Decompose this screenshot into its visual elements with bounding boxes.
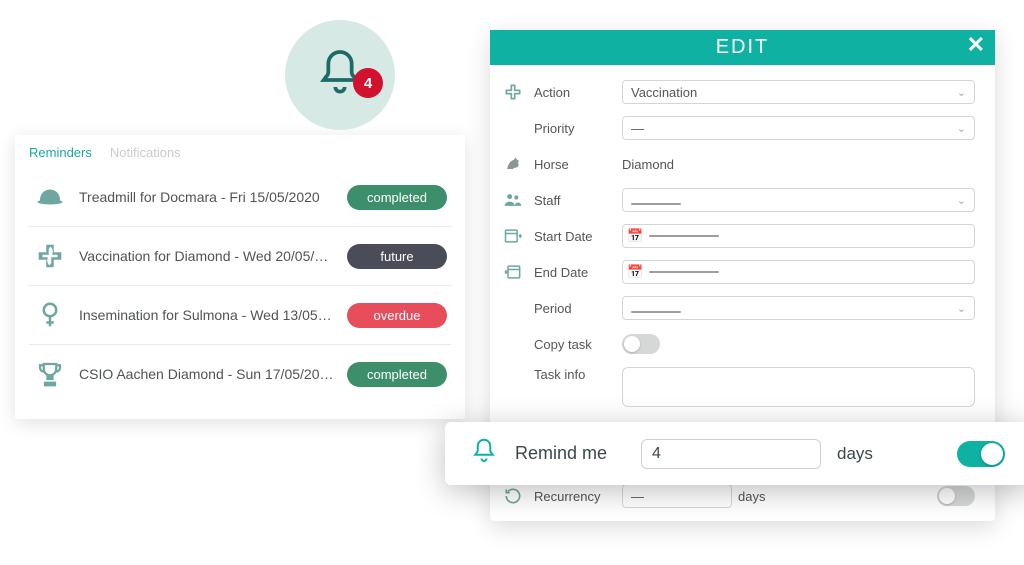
calendar-icon: 📅	[627, 264, 643, 280]
startdate-label: Start Date	[534, 229, 612, 244]
status-badge: overdue	[347, 303, 447, 328]
remind-me-label: Remind me	[515, 443, 625, 464]
remind-me-value: 4	[652, 445, 661, 463]
priority-value: —	[631, 121, 644, 136]
edit-title: EDIT	[716, 36, 770, 58]
medical-icon	[33, 239, 67, 273]
staff-select[interactable]: ⌄	[622, 188, 975, 212]
chevron-down-icon: ⌄	[957, 302, 966, 315]
reminder-text: CSIO Aachen Diamond - Sun 17/05/2020	[79, 366, 335, 382]
action-value: Vaccination	[631, 85, 697, 100]
action-label: Action	[534, 85, 612, 100]
remind-me-toggle[interactable]	[957, 441, 1005, 467]
copytask-toggle[interactable]	[622, 334, 660, 354]
horse-icon	[502, 153, 524, 175]
staff-label: Staff	[534, 193, 612, 208]
reminders-panel: 4 Reminders Notifications Treadmill for …	[15, 135, 465, 419]
close-icon[interactable]: ✕	[967, 32, 987, 58]
reminder-text: Treadmill for Docmara - Fri 15/05/2020	[79, 189, 335, 205]
recurrency-unit: days	[738, 489, 765, 504]
status-badge: completed	[347, 362, 447, 387]
tab-notifications[interactable]: Notifications	[110, 145, 181, 160]
calendar-in-icon	[502, 261, 524, 283]
reminder-row[interactable]: Vaccination for Diamond - Wed 20/05/2020…	[29, 226, 451, 285]
reminders-list: Treadmill for Docmara - Fri 15/05/2020 co…	[29, 168, 451, 403]
reminder-row[interactable]: Insemination for Sulmona - Wed 13/05/202…	[29, 285, 451, 344]
recurrency-value: —	[631, 489, 644, 504]
refresh-icon	[502, 485, 524, 507]
status-badge: completed	[347, 185, 447, 210]
helmet-icon	[33, 180, 67, 214]
notification-bell-badge: 4	[285, 20, 395, 130]
period-label: Period	[534, 301, 612, 316]
startdate-input[interactable]: 📅	[622, 224, 975, 248]
medical-cross-icon	[502, 81, 524, 103]
tab-reminders[interactable]: Reminders	[29, 145, 92, 160]
recurrency-input[interactable]: —	[622, 484, 732, 508]
people-icon	[502, 189, 524, 211]
status-badge: future	[347, 244, 447, 269]
recurrency-label: Recurrency	[534, 489, 612, 504]
edit-header: EDIT ✕	[490, 30, 995, 65]
period-select[interactable]: ⌄	[622, 296, 975, 320]
reminder-text: Insemination for Sulmona - Wed 13/05/202…	[79, 307, 335, 323]
recurrency-toggle[interactable]	[937, 486, 975, 506]
remind-me-input[interactable]: 4	[641, 439, 821, 469]
trophy-icon	[33, 357, 67, 391]
notification-count-badge: 4	[353, 68, 383, 98]
remind-me-unit: days	[837, 444, 873, 464]
reminder-row[interactable]: Treadmill for Docmara - Fri 15/05/2020 co…	[29, 168, 451, 226]
calendar-out-icon	[502, 225, 524, 247]
reminder-row[interactable]: CSIO Aachen Diamond - Sun 17/05/2020 comp…	[29, 344, 451, 403]
bell-icon	[469, 436, 499, 471]
female-icon	[33, 298, 67, 332]
priority-select[interactable]: — ⌄	[622, 116, 975, 140]
action-select[interactable]: Vaccination ⌄	[622, 80, 975, 104]
horse-label: Horse	[534, 157, 612, 172]
reminder-text: Vaccination for Diamond - Wed 20/05/2020	[79, 248, 335, 264]
remind-me-card: Remind me 4 days	[445, 422, 1024, 485]
taskinfo-textarea[interactable]	[622, 367, 975, 407]
copytask-label: Copy task	[534, 337, 612, 352]
chevron-down-icon: ⌄	[957, 86, 966, 99]
priority-label: Priority	[534, 121, 612, 136]
taskinfo-label: Task info	[534, 367, 612, 382]
reminder-tabs: Reminders Notifications	[29, 145, 451, 160]
enddate-input[interactable]: 📅	[622, 260, 975, 284]
chevron-down-icon: ⌄	[957, 122, 966, 135]
enddate-label: End Date	[534, 265, 612, 280]
horse-value: Diamond	[622, 157, 674, 172]
chevron-down-icon: ⌄	[957, 194, 966, 207]
calendar-icon: 📅	[627, 228, 643, 244]
